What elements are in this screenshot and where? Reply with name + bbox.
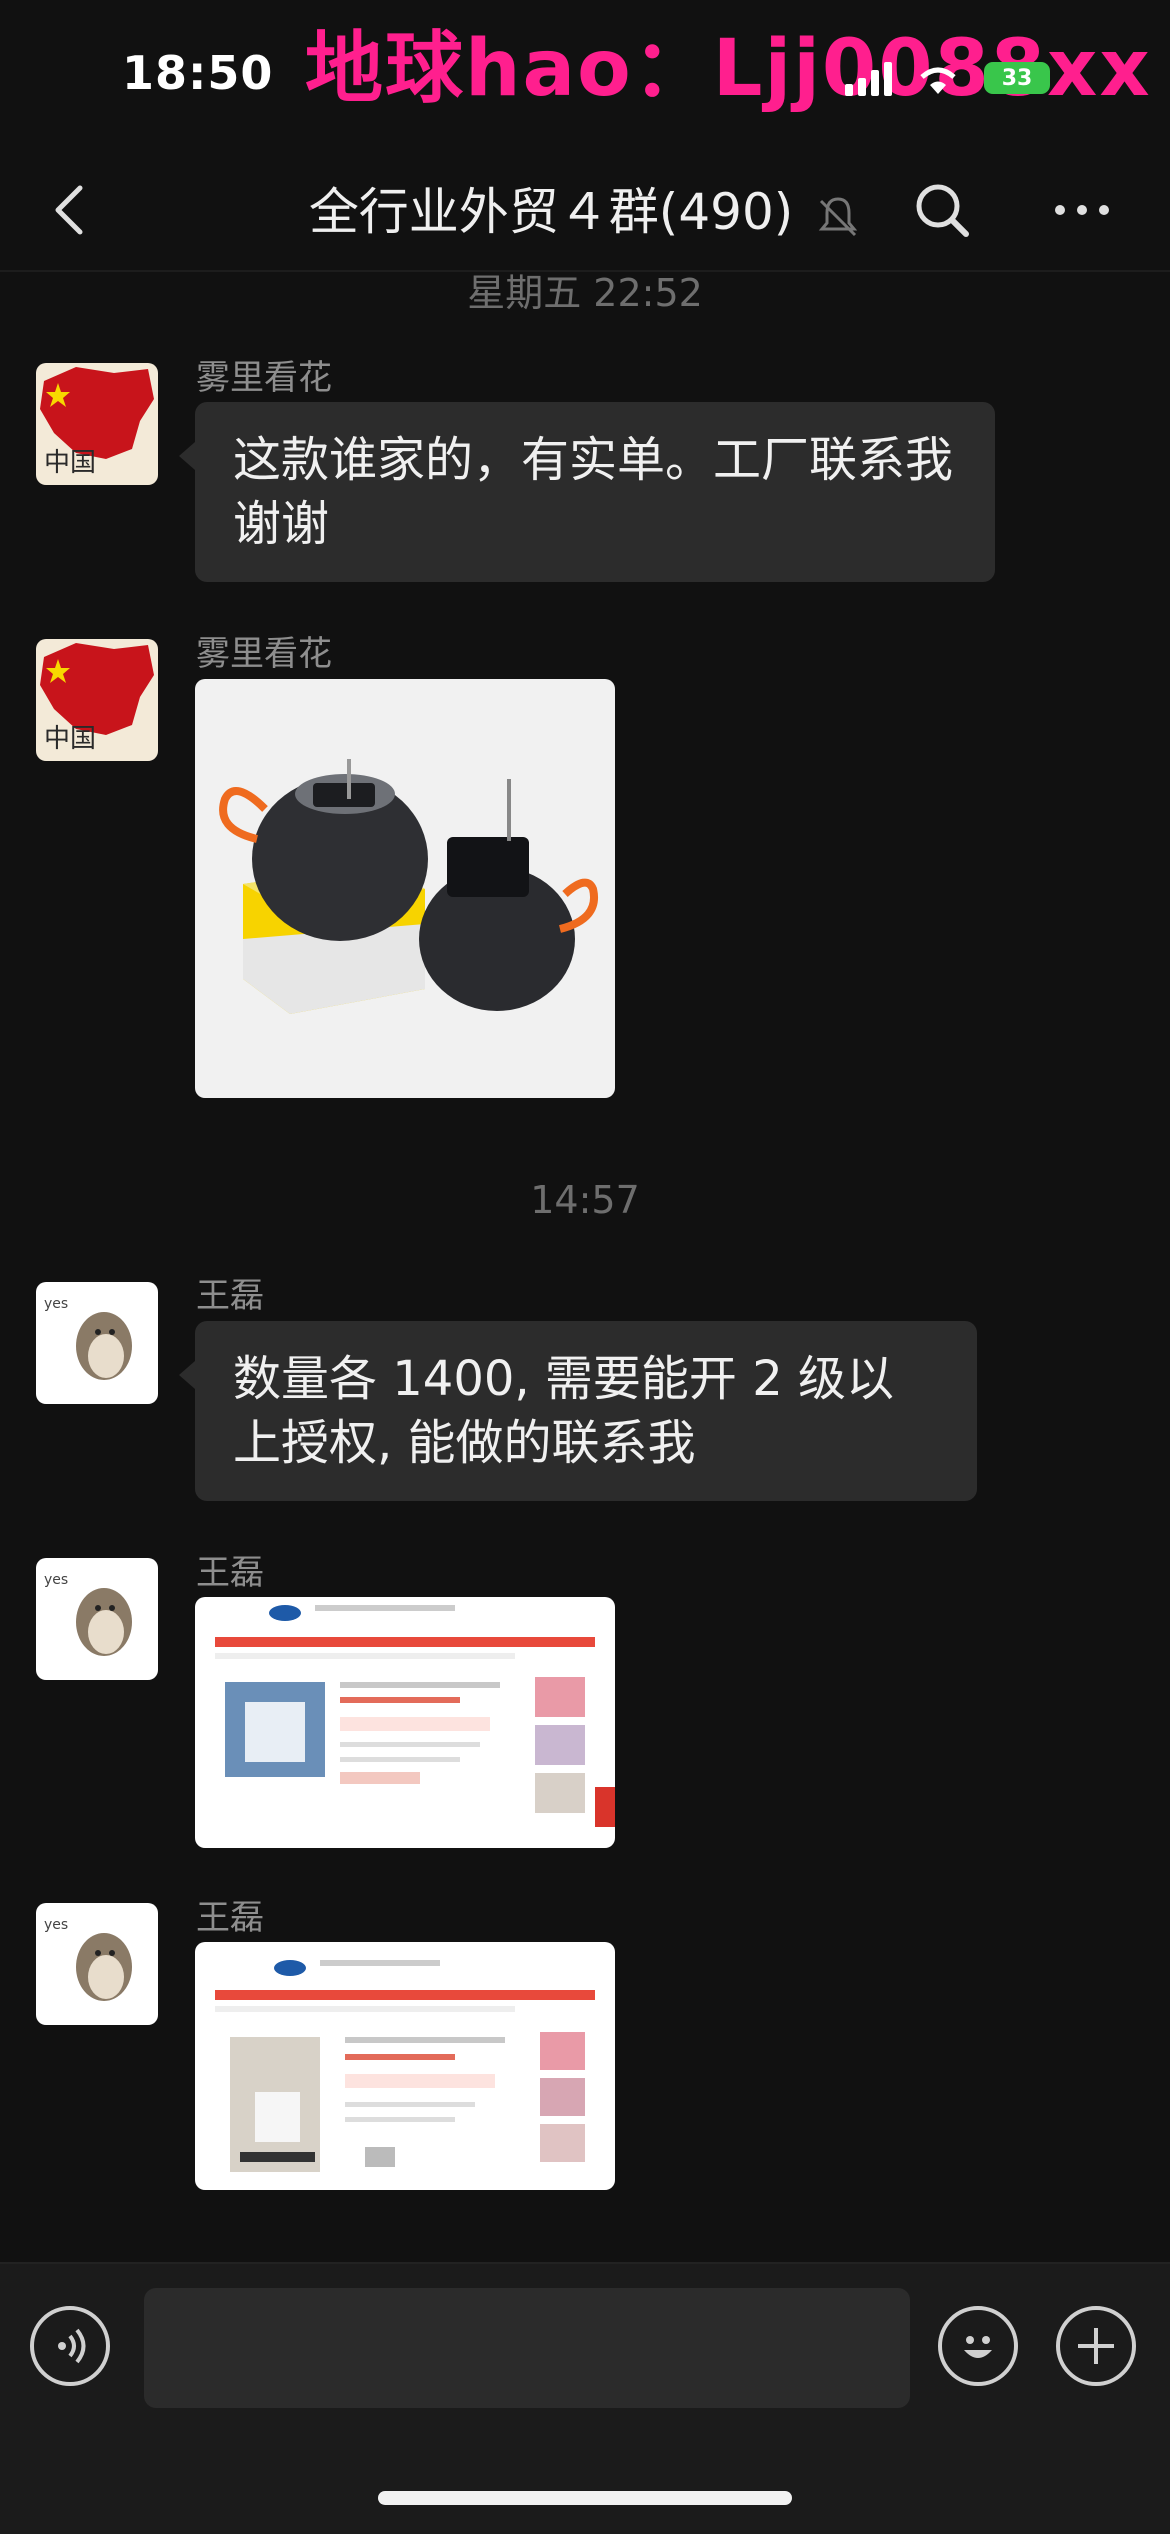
timestamp: 14:57 xyxy=(530,1178,640,1222)
avatar[interactable]: 中国 xyxy=(36,363,158,485)
sender-name: 王磊 xyxy=(196,1898,264,1938)
emoji-icon[interactable] xyxy=(938,2306,1018,2386)
sender-name: 王磊 xyxy=(196,1553,264,1593)
avatar[interactable]: yes xyxy=(36,1282,158,1404)
wifi-icon xyxy=(920,67,956,94)
sender-name: 雾里看花 xyxy=(196,634,332,674)
avatar[interactable]: yes xyxy=(36,1558,158,1680)
message-input[interactable] xyxy=(144,2288,910,2408)
home-indicator[interactable] xyxy=(378,2491,792,2505)
china-map-avatar: 中国 xyxy=(36,639,158,761)
sender-name: 王磊 xyxy=(196,1276,264,1316)
search-icon[interactable] xyxy=(908,176,976,244)
china-map-avatar: 中国 xyxy=(36,363,158,485)
chat-header: 全行业外贸４群(490) xyxy=(0,150,1170,272)
message-bubble[interactable]: 数量各 1400, 需要能开 2 级以上授权, 能做的联系我 xyxy=(179,1321,977,1501)
shop-screenshot-image[interactable] xyxy=(195,1597,615,1848)
status-time: 18:50 xyxy=(122,46,274,100)
avatar-text: yes xyxy=(44,1296,68,1312)
avatar-text: yes xyxy=(44,1917,68,1933)
sender-name: 雾里看花 xyxy=(196,358,332,398)
avatar-text: 中国 xyxy=(44,448,96,478)
message-bubble[interactable]: 这款谁家的，有实单。工厂联系我谢谢 xyxy=(179,402,995,582)
voice-icon[interactable] xyxy=(30,2306,110,2386)
avatar-text: 中国 xyxy=(44,724,96,754)
avatar[interactable]: yes xyxy=(36,1903,158,2025)
signal-icon xyxy=(845,60,892,96)
status-icons: 33 xyxy=(845,56,1050,100)
shop-screenshot-image[interactable] xyxy=(195,1942,615,2190)
group-name: 全行业外贸４群(490) xyxy=(308,183,794,241)
hedgehog-avatar: yes xyxy=(36,1903,158,2025)
avatar[interactable]: 中国 xyxy=(36,639,158,761)
hedgehog-avatar: yes xyxy=(36,1282,158,1404)
hedgehog-avatar: yes xyxy=(36,1558,158,1680)
avatar-text: yes xyxy=(44,1572,68,1588)
battery-icon: 33 xyxy=(984,62,1050,94)
more-icon[interactable] xyxy=(1048,176,1116,244)
mute-icon xyxy=(818,196,858,236)
speaker-product-image[interactable] xyxy=(195,679,615,1098)
page-title[interactable]: 全行业外贸４群(490) xyxy=(0,172,1170,244)
timestamp: 星期五 22:52 xyxy=(467,271,703,315)
plus-icon[interactable] xyxy=(1056,2306,1136,2386)
